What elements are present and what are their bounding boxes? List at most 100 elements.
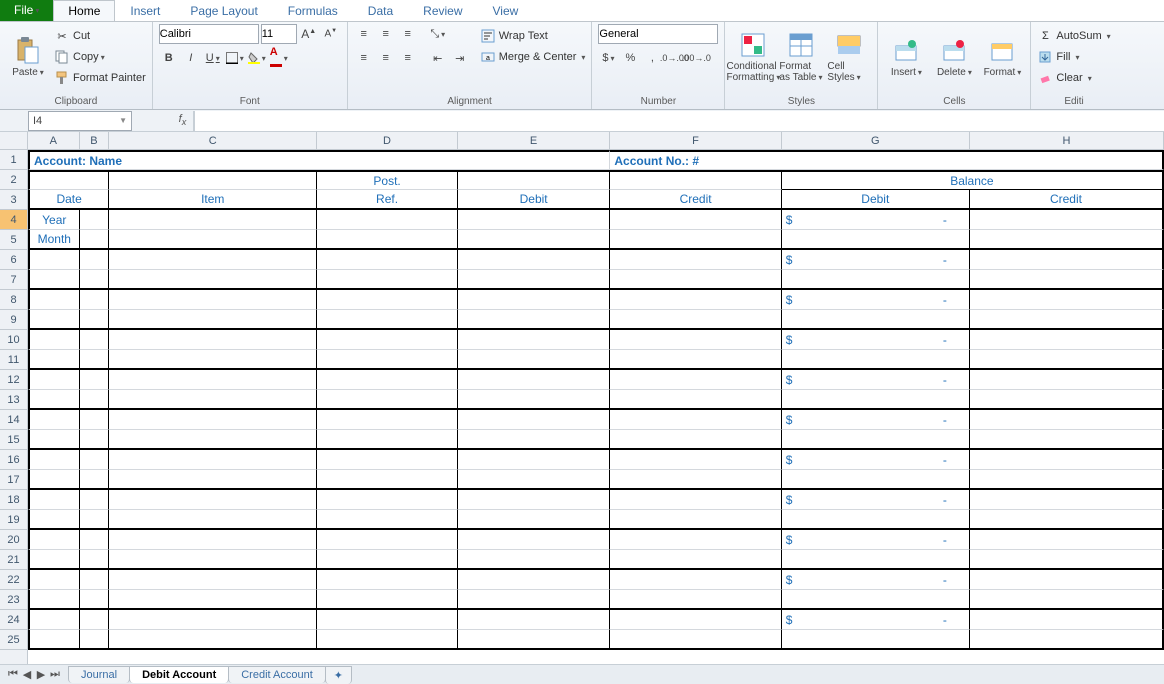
cell[interactable]: [782, 470, 970, 490]
cell[interactable]: [317, 290, 458, 310]
cell[interactable]: [80, 270, 110, 290]
new-sheet-button[interactable]: ✦: [325, 666, 352, 684]
row-header-4[interactable]: 4: [0, 210, 27, 230]
cell[interactable]: [610, 290, 781, 310]
cell[interactable]: [80, 290, 110, 310]
cell[interactable]: [610, 630, 781, 650]
formula-input[interactable]: [194, 111, 1164, 131]
decrease-indent-button[interactable]: ⇤: [428, 48, 448, 68]
cell[interactable]: [109, 370, 317, 390]
row-header-5[interactable]: 5: [0, 230, 27, 250]
cell[interactable]: [458, 210, 611, 230]
cell[interactable]: Debit: [458, 190, 611, 210]
cell[interactable]: [782, 430, 970, 450]
cell[interactable]: [109, 550, 317, 570]
cell[interactable]: [970, 490, 1164, 510]
cell[interactable]: [458, 490, 611, 510]
row-header-12[interactable]: 12: [0, 370, 27, 390]
cell[interactable]: [109, 470, 317, 490]
row-header-20[interactable]: 20: [0, 530, 27, 550]
select-all-corner[interactable]: [0, 132, 28, 150]
cell[interactable]: [970, 550, 1164, 570]
col-header-E[interactable]: E: [458, 132, 611, 149]
cell[interactable]: [109, 450, 317, 470]
row-header-25[interactable]: 25: [0, 630, 27, 650]
cut-button[interactable]: ✂Cut: [54, 26, 146, 46]
cell[interactable]: [28, 270, 80, 290]
decrease-decimal-button[interactable]: .00→.0: [686, 48, 706, 68]
cell[interactable]: [28, 170, 109, 190]
paste-button[interactable]: Paste: [6, 24, 50, 90]
cell[interactable]: [458, 470, 611, 490]
cell[interactable]: [458, 590, 611, 610]
cell[interactable]: [80, 230, 110, 250]
cell[interactable]: [317, 410, 458, 430]
cell[interactable]: [610, 490, 781, 510]
col-header-C[interactable]: C: [109, 132, 317, 149]
cell[interactable]: [970, 630, 1164, 650]
font-size-combo[interactable]: [261, 24, 297, 44]
row-header-13[interactable]: 13: [0, 390, 27, 410]
number-format-combo[interactable]: [598, 24, 718, 44]
tab-home[interactable]: Home: [53, 0, 115, 21]
sheet-tab-journal[interactable]: Journal: [68, 666, 130, 683]
row-header-9[interactable]: 9: [0, 310, 27, 330]
cell[interactable]: [317, 350, 458, 370]
align-middle-button[interactable]: ≡: [376, 24, 396, 44]
cell[interactable]: [80, 430, 110, 450]
cell[interactable]: [28, 510, 80, 530]
cell[interactable]: [28, 610, 80, 630]
cell[interactable]: [458, 170, 611, 190]
cell[interactable]: [458, 410, 611, 430]
cell[interactable]: [28, 370, 80, 390]
cell[interactable]: [782, 510, 970, 530]
cell[interactable]: [109, 590, 317, 610]
row-header-19[interactable]: 19: [0, 510, 27, 530]
cell[interactable]: Credit: [970, 190, 1164, 210]
cell[interactable]: [458, 390, 611, 410]
cell[interactable]: [458, 250, 611, 270]
cell[interactable]: [80, 610, 110, 630]
cell[interactable]: [610, 610, 781, 630]
cell[interactable]: $-: [782, 530, 970, 550]
tab-nav-prev[interactable]: ◀: [20, 668, 34, 681]
cell[interactable]: [28, 530, 80, 550]
cell[interactable]: [28, 470, 80, 490]
cell[interactable]: [610, 430, 781, 450]
percent-button[interactable]: %: [620, 48, 640, 68]
italic-button[interactable]: I: [181, 48, 201, 68]
cell[interactable]: [109, 250, 317, 270]
row-header-11[interactable]: 11: [0, 350, 27, 370]
cell[interactable]: [782, 630, 970, 650]
cell[interactable]: [610, 250, 781, 270]
cell[interactable]: [80, 410, 110, 430]
cell[interactable]: [610, 270, 781, 290]
cell[interactable]: [109, 350, 317, 370]
cell[interactable]: Credit: [610, 190, 781, 210]
cell[interactable]: [80, 310, 110, 330]
cell[interactable]: [610, 310, 781, 330]
delete-cells-button[interactable]: Delete: [932, 24, 976, 90]
cell[interactable]: [458, 510, 611, 530]
cell[interactable]: [28, 590, 80, 610]
cell[interactable]: [782, 390, 970, 410]
cell[interactable]: [610, 470, 781, 490]
cell[interactable]: $-: [782, 370, 970, 390]
cell[interactable]: [109, 490, 317, 510]
cell[interactable]: [970, 450, 1164, 470]
cell[interactable]: [317, 230, 458, 250]
cell[interactable]: [28, 410, 80, 430]
cell[interactable]: [317, 430, 458, 450]
cell[interactable]: [610, 170, 781, 190]
cell[interactable]: [458, 630, 611, 650]
cell[interactable]: Account No.: #: [610, 150, 1164, 170]
fx-button[interactable]: fx: [172, 111, 194, 131]
format-cells-button[interactable]: Format: [980, 24, 1024, 90]
cell[interactable]: $-: [782, 290, 970, 310]
cell[interactable]: [782, 590, 970, 610]
cell[interactable]: [109, 430, 317, 450]
cell[interactable]: $-: [782, 250, 970, 270]
cell[interactable]: [109, 310, 317, 330]
orientation-button[interactable]: ⤡: [428, 24, 448, 44]
copy-button[interactable]: Copy: [54, 47, 146, 67]
